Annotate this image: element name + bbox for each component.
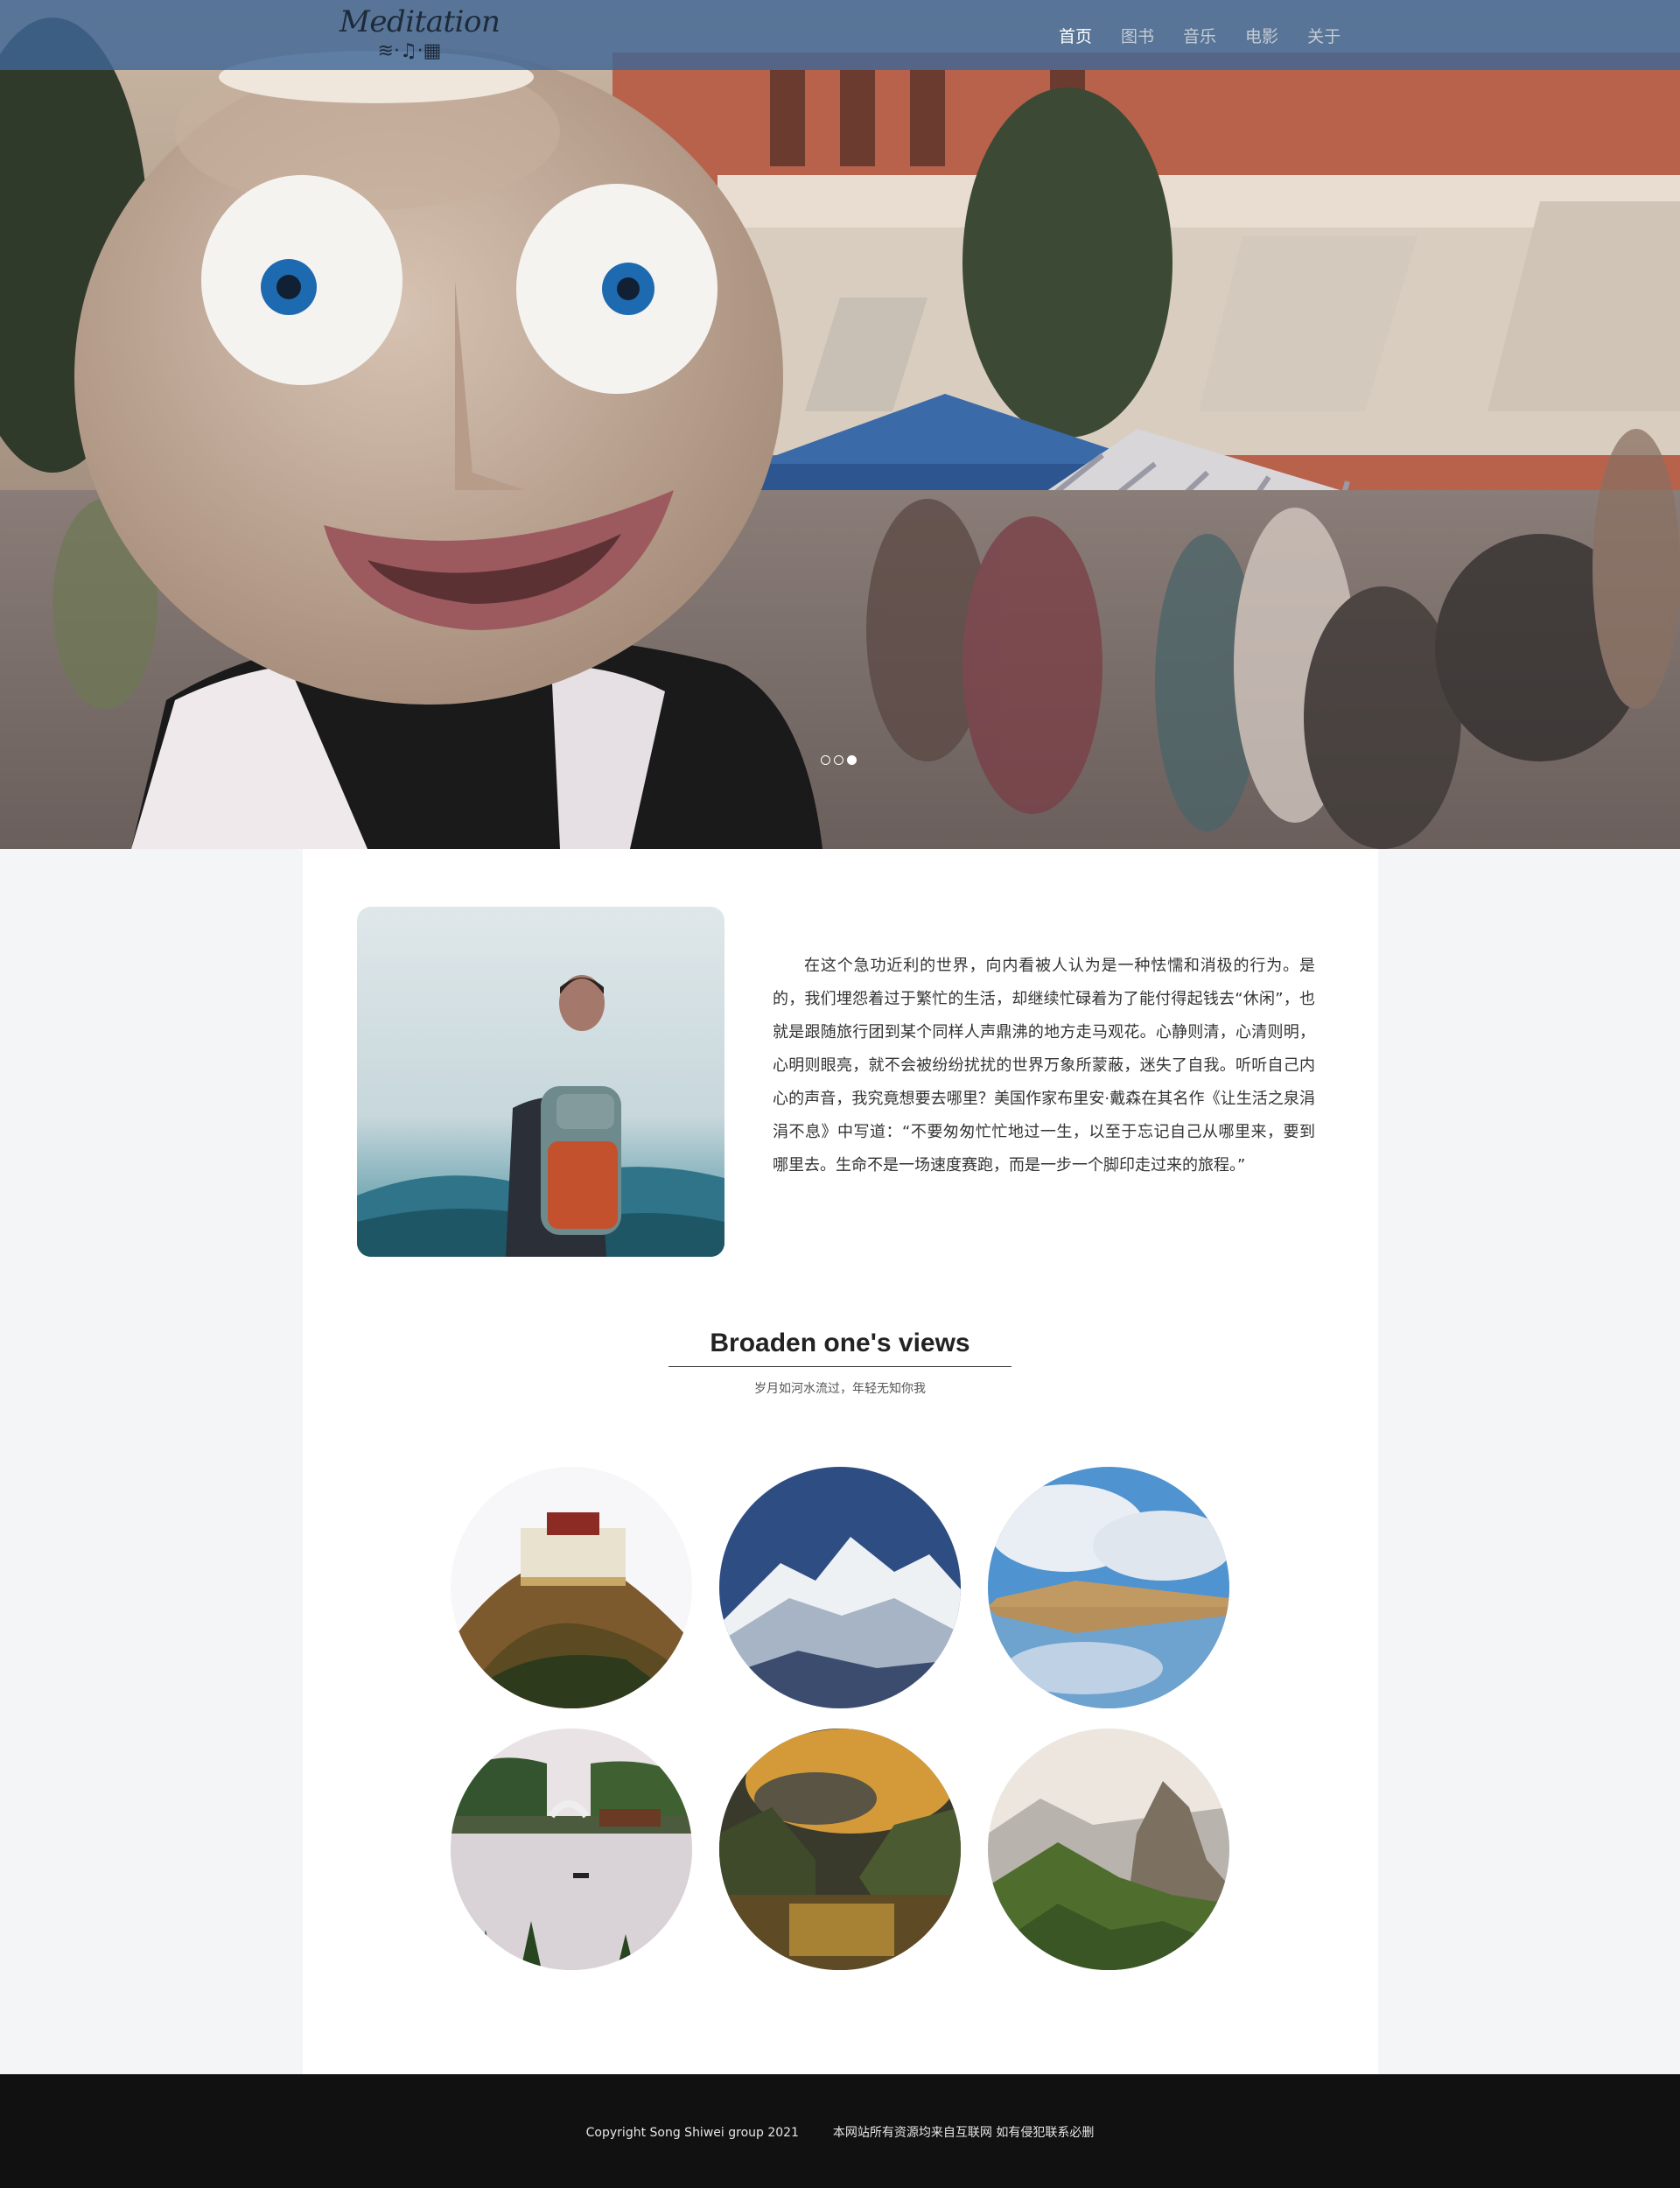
- palace-photo: [451, 1467, 692, 1708]
- nav-home[interactable]: 首页: [1059, 24, 1092, 47]
- hero-photo: [0, 0, 1680, 849]
- gallery-item-palace[interactable]: [451, 1467, 692, 1708]
- logo-icons: ≋·♫·▦: [377, 40, 442, 62]
- gallery-item-rocky-peak[interactable]: [988, 1729, 1229, 1970]
- footer-copyright: Copyright Song Shiwei group 2021: [585, 2126, 799, 2140]
- carousel-dot-3[interactable]: [847, 755, 857, 765]
- snow-mountain-photo: [719, 1467, 961, 1708]
- carousel-dot-2[interactable]: [834, 755, 844, 765]
- intro-paragraph: 在这个急功近利的世界，向内看被人认为是一种怯懦和消极的行为。是的，我们埋怨着过于…: [773, 957, 1315, 1175]
- nav-movies[interactable]: 电影: [1245, 24, 1278, 47]
- gallery-item-river-gorge-sunset[interactable]: [719, 1729, 961, 1970]
- carousel-dot-1[interactable]: [821, 755, 830, 765]
- gallery-item-lake-reflection[interactable]: [988, 1467, 1229, 1708]
- rocky-peak-photo: [988, 1729, 1229, 1970]
- nav-about[interactable]: 关于: [1307, 24, 1340, 47]
- footer-text: Copyright Song Shiwei group 2021 本网站所有资源…: [0, 2123, 1680, 2141]
- river-gorge-sunset-photo: [719, 1729, 961, 1970]
- site-logo[interactable]: Meditation ≋·♫·▦: [340, 4, 500, 67]
- west-lake-bridge-photo: [451, 1729, 692, 1970]
- hero-banner: [0, 0, 1680, 849]
- main-nav: 首页 图书 音乐 电影 关于: [1059, 0, 1369, 70]
- gallery-item-west-lake-bridge[interactable]: [451, 1729, 692, 1970]
- carousel-indicators: [821, 755, 857, 765]
- logo-text: Meditation: [340, 4, 500, 39]
- section-title: Broaden one's views: [668, 1323, 1012, 1367]
- nav-books[interactable]: 图书: [1121, 24, 1154, 47]
- navbar: Meditation ≋·♫·▦ 首页 图书 音乐 电影 关于: [0, 0, 1680, 70]
- footer: Copyright Song Shiwei group 2021 本网站所有资源…: [0, 2074, 1680, 2188]
- backpacker-photo: [357, 907, 724, 1257]
- lake-reflection-photo: [988, 1467, 1229, 1708]
- nav-music[interactable]: 音乐: [1183, 24, 1216, 47]
- gallery-item-snow-mountain[interactable]: [719, 1467, 961, 1708]
- footer-notice: 本网站所有资源均来自互联网 如有侵犯联系必删: [832, 2126, 1095, 2140]
- section-subtitle: 岁月如河水流过，年轻无知你我: [754, 1382, 926, 1396]
